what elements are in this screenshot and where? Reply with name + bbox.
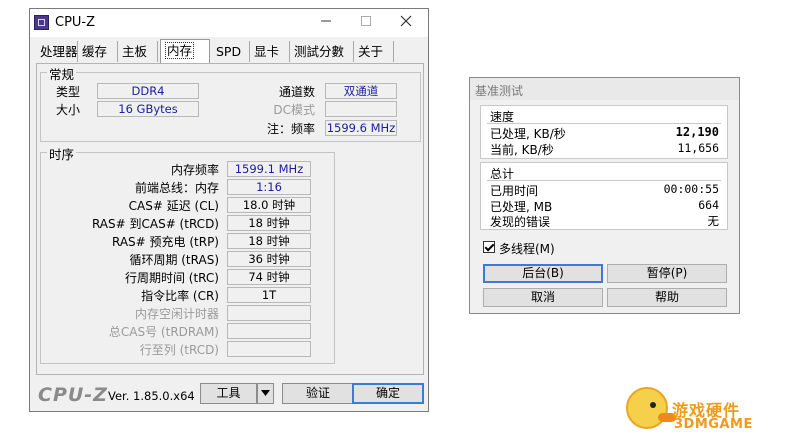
multithread-checkbox[interactable] [483,241,495,253]
tab-spd[interactable]: SPD [212,41,250,62]
cancel-button[interactable]: 取消 [483,288,603,307]
type-label: 类型 [56,85,81,99]
general-group: 常规 类型 DDR4 大小 16 GBytes 通道数 双通道 DC模式 注：频… [40,64,421,142]
timing-label: 前端总线：内存 [134,181,219,195]
total-processed-value: 664 [698,198,719,212]
multithread-label[interactable]: 多线程(M) [499,240,555,257]
close-button[interactable] [386,11,426,35]
cpuz-logo: CPU-Z [38,384,108,406]
speed-box: 速度 已处理, KB/秒 12,190 当前, KB/秒 11,656 [480,105,728,159]
benchmark-title-bar[interactable]: 基准测试 [470,78,739,100]
tab-memory-label: 内存 [165,42,195,59]
minimize-button[interactable] [306,11,346,35]
cpuz-app-icon [34,15,49,30]
timing-label: RAS# 到CAS# (tRCD) [91,217,219,231]
memory-panel: 常规 类型 DDR4 大小 16 GBytes 通道数 双通道 DC模式 注：频… [36,63,424,375]
benchmark-title: 基准测试 [475,84,524,98]
dc-mode-value [325,101,397,117]
timing-value: 36 时钟 [227,251,311,267]
tab-about[interactable]: 关于 [354,41,394,62]
total-box: 总计 已用时间 00:00:55 已处理, MB 664 发现的错误 无 [480,162,728,230]
elapsed-value: 00:00:55 [663,182,719,196]
pause-button[interactable]: 暂停(P) [607,264,727,283]
title-bar[interactable]: CPU-Z [30,9,428,37]
timing-label: 内存频率 [170,163,219,177]
cpuz-window: CPU-Z 处理器 缓存 主板 内存 SPD 显卡 测試分數 关于 常规 类型 … [29,8,429,412]
timing-value-disabled [227,341,311,357]
background-button[interactable]: 后台(B) [483,264,603,283]
speed-current-label: 当前, KB/秒 [490,143,554,157]
tab-bar: 处理器 缓存 主板 内存 SPD 显卡 测試分數 关于 [36,39,426,63]
errors-label: 发现的错误 [490,215,551,229]
tab-memory[interactable]: 内存 [160,39,210,63]
tab-caches[interactable]: 缓存 [78,41,118,62]
validate-button[interactable]: 验证 [282,383,354,404]
timing-label: 循环周期 (tRAS) [129,253,219,267]
size-value: 16 GBytes [97,101,199,117]
tab-bench[interactable]: 测試分數 [290,41,354,62]
bird-mascot-icon [626,387,676,429]
general-group-title: 常规 [47,64,77,83]
type-value: DDR4 [97,83,199,99]
speed-processed-value: 12,190 [675,125,719,139]
speed-current-value: 11,656 [677,141,719,155]
timing-value: 18.0 时钟 [227,197,311,213]
nb-freq-value: 1599.6 MHz [325,120,397,136]
elapsed-label: 已用时间 [490,184,539,198]
timing-value: 1599.1 MHz [227,161,311,177]
timing-label: 指令比率 (CR) [141,289,219,303]
maximize-icon [361,16,371,26]
mascot-eye [650,402,656,408]
tools-dropdown-button[interactable] [257,383,274,404]
watermark-line2: 3DMGAME [674,417,753,432]
close-icon [400,15,412,27]
ok-button[interactable]: 确定 [352,383,424,404]
size-label: 大小 [56,103,81,117]
timing-value: 1:16 [227,179,311,195]
timing-value: 1T [227,287,311,303]
watermark: 游戏硬件 3DMGAME [622,383,787,443]
errors-value: 无 [707,214,720,228]
minimize-icon [321,20,331,22]
help-button[interactable]: 帮助 [607,288,727,307]
benchmark-window: 基准测试 速度 已处理, KB/秒 12,190 当前, KB/秒 11,656… [469,77,740,314]
tab-cpu[interactable]: 处理器 [36,41,78,62]
timing-value: 18 时钟 [227,215,311,231]
channels-label: 通道数 [278,85,315,99]
dc-mode-label: DC模式 [273,103,315,117]
tools-button[interactable]: 工具 [200,383,257,404]
timing-label: RAS# 预充电 (tRP) [111,235,219,249]
timing-value: 18 时钟 [227,233,311,249]
timing-label-disabled: 行至列 (tRCD) [139,343,219,357]
nb-freq-label: 注：频率 [266,122,315,136]
channels-value: 双通道 [325,83,397,99]
timing-label: CAS# 延迟 (CL) [128,199,219,213]
speed-separator [487,123,721,124]
version-text: Ver. 1.85.0.x64 [108,389,195,403]
timing-label: 行周期时间 (tRC) [124,271,219,285]
timing-label-disabled: 总CAS号 (tRDRAM) [108,325,219,339]
maximize-button[interactable] [346,11,386,35]
window-title: CPU-Z [55,15,96,30]
tab-graphics[interactable]: 显卡 [250,41,290,62]
tools-button-label: 工具 [216,386,241,400]
total-separator [487,180,721,181]
timing-value-disabled [227,323,311,339]
timing-label-disabled: 内存空闲计时器 [134,307,219,321]
timings-group: 时序 内存频率 1599.1 MHz 前端总线：内存 1:16 CAS# 延迟 … [40,144,335,364]
timing-value-disabled [227,305,311,321]
timing-value: 74 时钟 [227,269,311,285]
bottom-bar: CPU-Z Ver. 1.85.0.x64 工具 验证 确定 [36,381,424,407]
dropdown-arrow-icon [261,390,270,396]
speed-processed-label: 已处理, KB/秒 [490,127,566,141]
tab-mainboard[interactable]: 主板 [118,41,158,62]
